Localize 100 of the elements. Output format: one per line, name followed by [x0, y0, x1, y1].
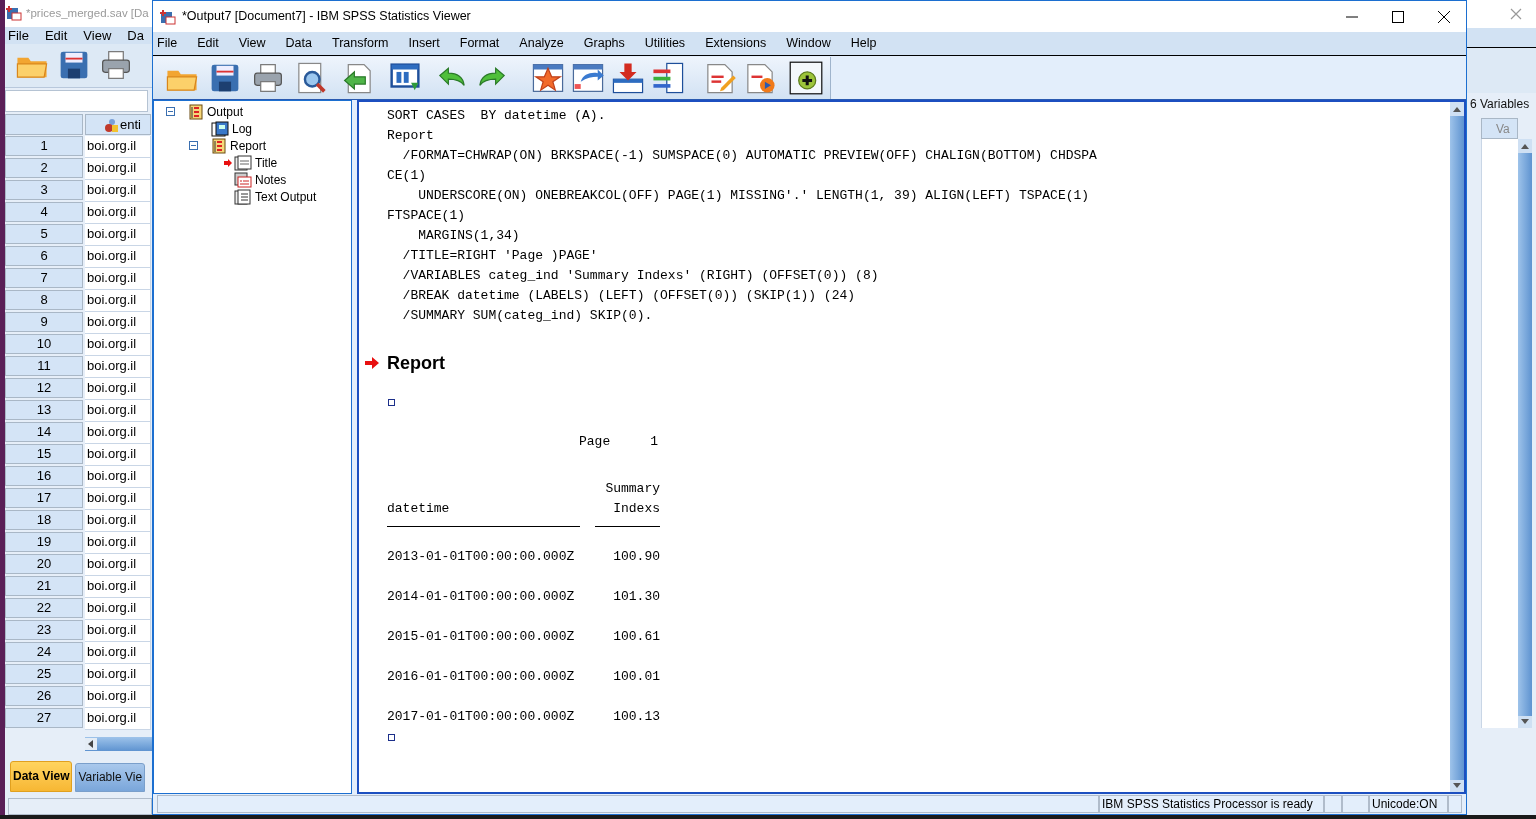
- title-page-icon: [234, 154, 252, 171]
- item-marker-icon: [388, 733, 395, 741]
- status-text: IBM SPSS Statistics Processor is ready: [1099, 795, 1324, 813]
- table-cell-text: 100.90: [612, 548, 660, 566]
- row-number[interactable]: 13: [5, 400, 83, 421]
- row-number[interactable]: 17: [5, 488, 83, 509]
- outline-item[interactable]: Notes: [255, 170, 287, 189]
- text-page-icon: [234, 188, 252, 205]
- row-number[interactable]: 24: [5, 642, 83, 663]
- row-number[interactable]: 4: [5, 202, 83, 223]
- view-tab[interactable]: Data View: [10, 760, 73, 792]
- table-cell: boi.org.il: [85, 334, 151, 357]
- table-cell: boi.org.il: [85, 708, 151, 731]
- book-icon: [188, 103, 204, 120]
- menu-item[interactable]: Analyze: [519, 34, 564, 53]
- table-cell: boi.org.il: [85, 136, 151, 159]
- table-cell: boi.org.il: [85, 466, 151, 489]
- insert-table-icon[interactable]: [611, 60, 645, 95]
- outline-item[interactable]: Output: [207, 102, 244, 121]
- menu-item[interactable]: Insert: [408, 34, 440, 53]
- scroll-left-icon[interactable]: [85, 738, 97, 751]
- menu-item[interactable]: Edit: [44, 26, 68, 44]
- view-tab[interactable]: Variable Vie: [75, 762, 146, 792]
- table-cell: boi.org.il: [85, 400, 151, 423]
- menu-item[interactable]: Transform: [332, 34, 389, 53]
- list-table-icon[interactable]: [651, 60, 685, 95]
- row-number[interactable]: 16: [5, 466, 83, 487]
- row-number[interactable]: 5: [5, 224, 83, 245]
- row-number[interactable]: 8: [5, 290, 83, 311]
- row-number[interactable]: 23: [5, 620, 83, 641]
- row-number[interactable]: 26: [5, 686, 83, 707]
- row-number[interactable]: 12: [5, 378, 83, 399]
- row-number[interactable]: 3: [5, 180, 83, 201]
- outline-item[interactable]: Text Output: [255, 187, 317, 206]
- row-number[interactable]: 1: [5, 136, 83, 157]
- collapse-icon[interactable]: [165, 107, 175, 116]
- horizontal-scrollbar[interactable]: [85, 737, 152, 751]
- syntax-line: FTSPACE(1): [387, 207, 466, 225]
- menu-item[interactable]: View: [83, 26, 112, 44]
- row-number[interactable]: 21: [5, 576, 83, 597]
- row-number[interactable]: 2: [5, 158, 83, 179]
- maximize-icon[interactable]: [1392, 10, 1404, 23]
- syntax-line: /BREAK datetime (LABELS) (LEFT) (OFFSET(0)) (SKIP(1)) (24): [401, 287, 857, 305]
- menu-item[interactable]: Help: [850, 34, 877, 53]
- scroll-down-icon[interactable]: [1518, 716, 1532, 728]
- scroll-up-icon[interactable]: [1518, 139, 1532, 153]
- close-icon[interactable]: [1438, 10, 1450, 23]
- table-cell-text: 100.61: [612, 628, 660, 646]
- column-header[interactable]: enti: [85, 114, 151, 136]
- row-number[interactable]: 6: [5, 246, 83, 267]
- table-cell: boi.org.il: [85, 312, 151, 335]
- syntax-line: MARGINS(1,34): [417, 227, 521, 245]
- menu-item[interactable]: Extensions: [705, 34, 767, 53]
- menu-item[interactable]: File: [157, 34, 178, 53]
- cell-reference-field[interactable]: [5, 90, 148, 113]
- current-item-arrow-icon: [365, 357, 379, 369]
- menu-item[interactable]: Data: [285, 34, 312, 53]
- table-cell: boi.org.il: [85, 642, 151, 665]
- row-number[interactable]: 27: [5, 708, 83, 729]
- menu-item[interactable]: File: [8, 26, 29, 44]
- menu-item[interactable]: Format: [459, 34, 500, 53]
- syntax-line: /FORMAT=CHWRAP(ON) BRKSPACE(-1) SUMSPACE(0) AUTOMATIC PREVIEW(OFF) CHALIGN(BOTTOM) CHDSPA: [401, 147, 1098, 165]
- menu-item[interactable]: Graphs: [583, 34, 625, 53]
- outline-item[interactable]: Log: [232, 119, 253, 138]
- menu-item[interactable]: Window: [786, 34, 831, 53]
- row-number[interactable]: 7: [5, 268, 83, 289]
- menu-item[interactable]: Da: [127, 26, 144, 44]
- outline-item[interactable]: Report: [230, 136, 267, 155]
- row-number[interactable]: 25: [5, 664, 83, 685]
- outline-item[interactable]: Title: [255, 153, 278, 172]
- scroll-down-icon[interactable]: [1450, 780, 1464, 792]
- syntax-line: /VARIABLES categ_ind 'Summary Indexs' (RIGHT) (OFFSET(0)) (8): [401, 267, 880, 285]
- window-title: *prices_merged.sav [Da: [26, 5, 149, 21]
- add-icon[interactable]: [789, 60, 823, 95]
- row-number[interactable]: 20: [5, 554, 83, 575]
- table-cell: boi.org.il: [85, 532, 151, 555]
- row-number[interactable]: 15: [5, 444, 83, 465]
- row-number[interactable]: 11: [5, 356, 83, 377]
- menu-item[interactable]: View: [238, 34, 266, 53]
- scroll-up-icon[interactable]: [1450, 102, 1464, 116]
- row-number[interactable]: 9: [5, 312, 83, 333]
- book-icon: [211, 137, 227, 154]
- menu-item[interactable]: Edit: [197, 34, 219, 53]
- vertical-scrollbar[interactable]: [1518, 139, 1532, 728]
- collapse-icon[interactable]: [188, 141, 198, 150]
- row-number[interactable]: 14: [5, 422, 83, 443]
- row-number[interactable]: 19: [5, 532, 83, 553]
- item-marker-icon: [388, 398, 395, 406]
- string-variable-icon: [104, 117, 118, 132]
- menu-item[interactable]: Utilities: [644, 34, 686, 53]
- syntax-line: /TITLE=RIGHT 'Page )PAGE': [401, 247, 599, 265]
- row-number[interactable]: 18: [5, 510, 83, 531]
- status-cell: [1448, 795, 1462, 813]
- table-cell-text: 101.30: [612, 588, 660, 606]
- table-cell-text: 100.01: [612, 668, 660, 686]
- table-cell-text: 2016-01-01T00:00:00.000Z: [387, 668, 576, 686]
- vertical-scrollbar[interactable]: [1450, 102, 1464, 792]
- row-number[interactable]: 22: [5, 598, 83, 619]
- window-title: *Output7 [Document7] - IBM SPSS Statistics Viewer: [182, 8, 471, 26]
- row-number[interactable]: 10: [5, 334, 83, 355]
